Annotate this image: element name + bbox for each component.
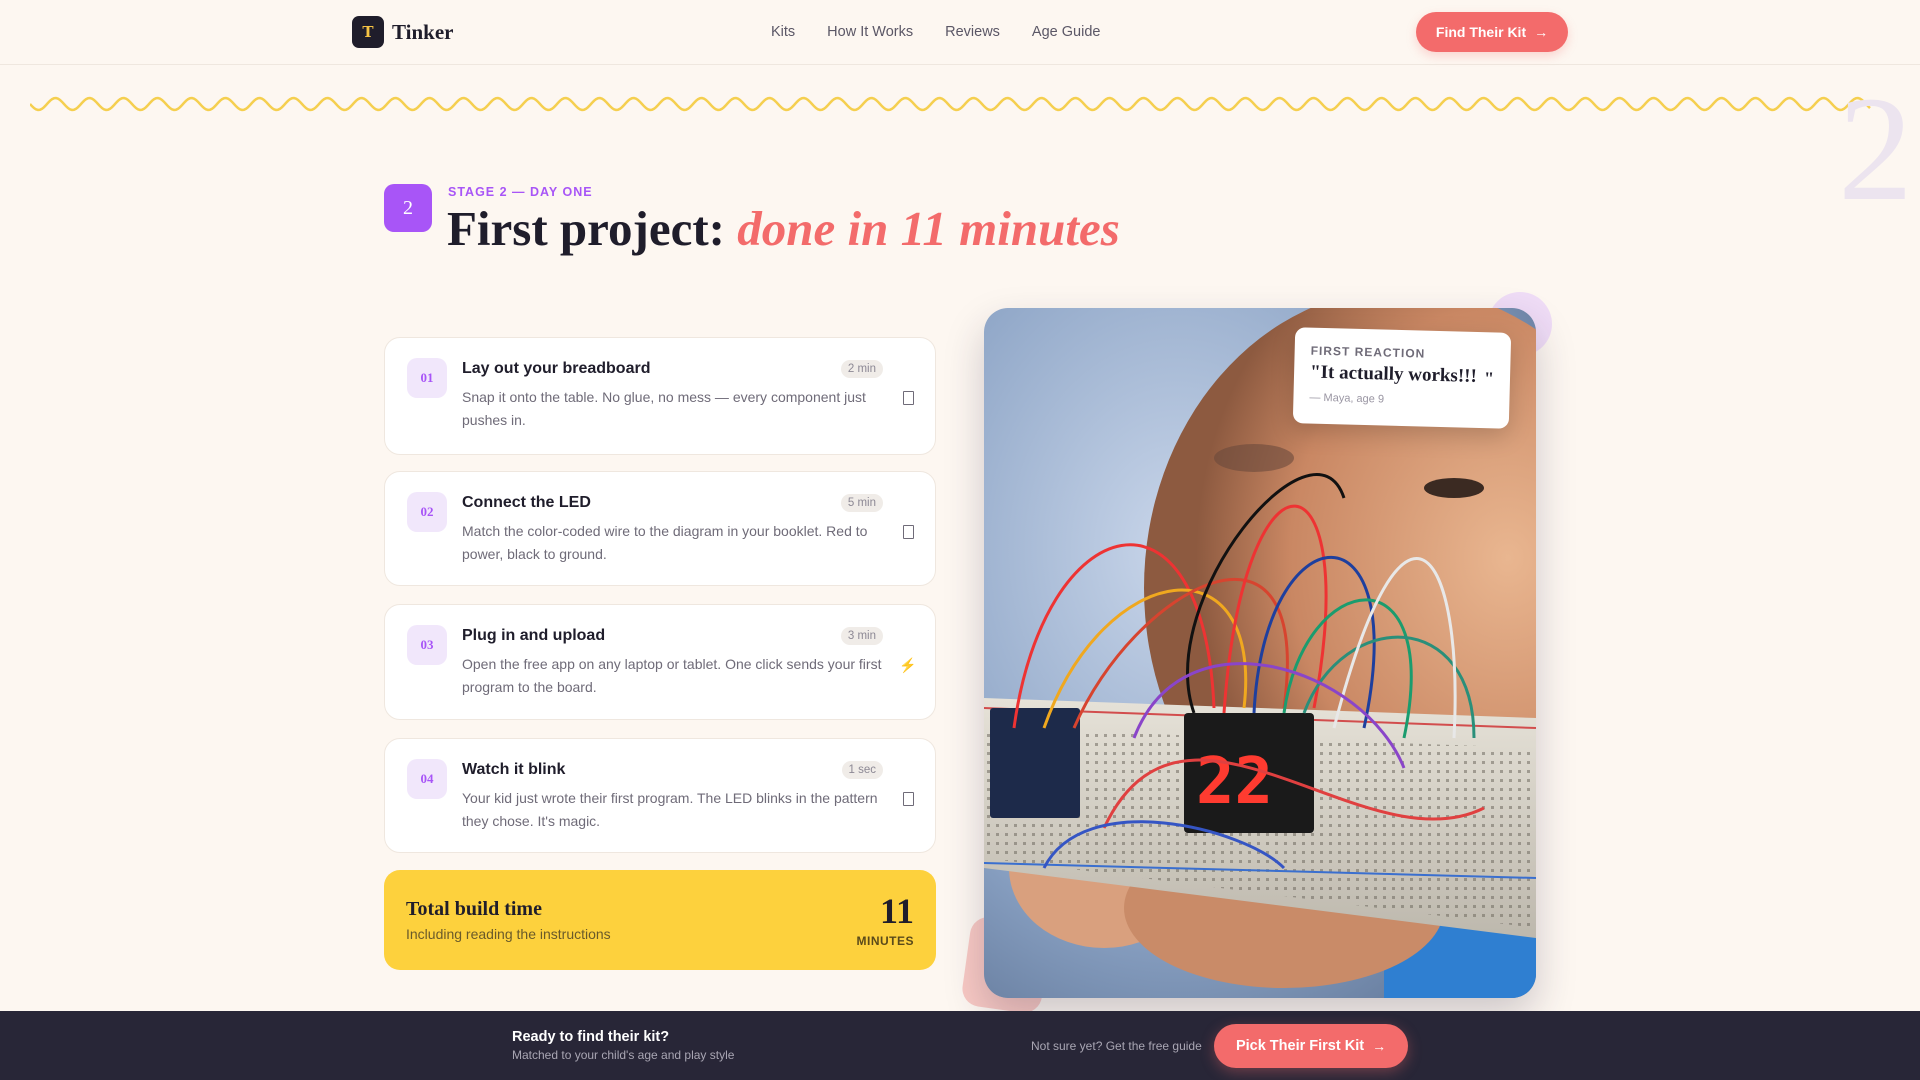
step-number: 03 <box>407 625 447 665</box>
step-title: Watch it blink <box>462 761 566 778</box>
step-card-3: 03 Plug in and upload 3 min Open the fre… <box>384 604 936 720</box>
clipboard-icon <box>901 791 915 807</box>
pick-their-first-kit-button[interactable]: Pick Their First Kit → <box>1214 1024 1408 1068</box>
step-time-badge: 5 min <box>840 494 883 512</box>
step-card-1: 01 Lay out your breadboard 2 min Snap it… <box>384 337 936 455</box>
cta-bar-title: Ready to find their kit? <box>512 1029 670 1045</box>
stage-watermark: 2 <box>1838 66 1913 232</box>
testimonial-card: FIRST REACTION "It actually works!!! " —… <box>1292 327 1512 429</box>
nav-item-kits[interactable]: Kits <box>771 24 795 40</box>
step-number: 02 <box>407 492 447 532</box>
total-title: Total build time <box>406 898 542 920</box>
pick-kit-label: Pick Their First Kit <box>1235 1038 1365 1054</box>
nav-item-how-it-works[interactable]: How It Works <box>827 24 913 40</box>
step-time-badge: 2 min <box>840 360 883 378</box>
step-card-4: 04 Watch it blink 1 sec Your kid just wr… <box>384 738 936 853</box>
step-title: Connect the LED <box>462 494 591 511</box>
total-minutes-unit: MINUTES <box>856 934 914 948</box>
title-accent: done in 11 minutes <box>737 201 1120 256</box>
logo-mark-icon: T <box>352 16 384 48</box>
step-number: 01 <box>407 358 447 398</box>
step-description: Match the color-coded wire to the diagra… <box>462 523 868 562</box>
brand-name: Tinker <box>392 19 454 44</box>
stage-number-badge: 2 <box>384 184 432 232</box>
logo[interactable]: T Tinker <box>352 16 453 48</box>
cta-bar-subtitle: Matched to your child's age and play sty… <box>512 1048 735 1062</box>
step-title: Plug in and upload <box>462 627 606 644</box>
wavy-divider <box>30 96 1871 112</box>
step-description: Snap it onto the table. No glue, no mess… <box>462 389 866 428</box>
testimonial-label: FIRST REACTION <box>1310 343 1426 361</box>
free-guide-link[interactable]: Not sure yet? Get the free guide <box>1031 1039 1202 1053</box>
page-title: First project: done in 11 minutes <box>447 200 1120 257</box>
site-header: T Tinker Kits How It Works Reviews Age G… <box>0 0 1920 65</box>
sticky-cta-bar: Ready to find their kit? Matched to your… <box>0 1011 1920 1080</box>
lightning-icon: ⚡ <box>899 656 917 673</box>
step-number: 04 <box>407 759 447 799</box>
main-nav: Kits How It Works Reviews Age Guide <box>771 24 1132 40</box>
step-time-badge: 1 sec <box>841 761 883 779</box>
testimonial-author: — Maya, age 9 <box>1309 391 1385 406</box>
stage-eyebrow: STAGE 2 — DAY ONE <box>448 185 593 199</box>
find-their-kit-button[interactable]: Find Their Kit → <box>1416 12 1568 52</box>
step-time-badge: 3 min <box>840 627 883 645</box>
title-plain: First project: <box>447 201 738 256</box>
svg-text:22: 22 <box>1196 745 1273 819</box>
clipboard-icon <box>901 390 915 406</box>
step-title: Lay out your breadboard <box>462 360 651 377</box>
arrow-right-icon: → <box>1534 24 1549 40</box>
total-minutes-value: 11 <box>879 891 914 931</box>
clipboard-icon <box>901 524 915 540</box>
step-description: Your kid just wrote their first program.… <box>462 790 878 829</box>
quote-close-mark: " <box>1483 368 1495 389</box>
total-build-time-card: Total build time Including reading the i… <box>384 870 936 970</box>
total-subtitle: Including reading the instructions <box>406 926 611 942</box>
step-card-2: 02 Connect the LED 5 min Match the color… <box>384 471 936 586</box>
step-description: Open the free app on any laptop or table… <box>462 656 882 695</box>
nav-item-reviews[interactable]: Reviews <box>945 24 1000 40</box>
nav-item-age-guide[interactable]: Age Guide <box>1032 24 1101 40</box>
arrow-right-icon: → <box>1372 1038 1387 1054</box>
find-their-kit-label: Find Their Kit <box>1435 24 1527 40</box>
testimonial-quote: "It actually works!!! <box>1309 361 1478 387</box>
